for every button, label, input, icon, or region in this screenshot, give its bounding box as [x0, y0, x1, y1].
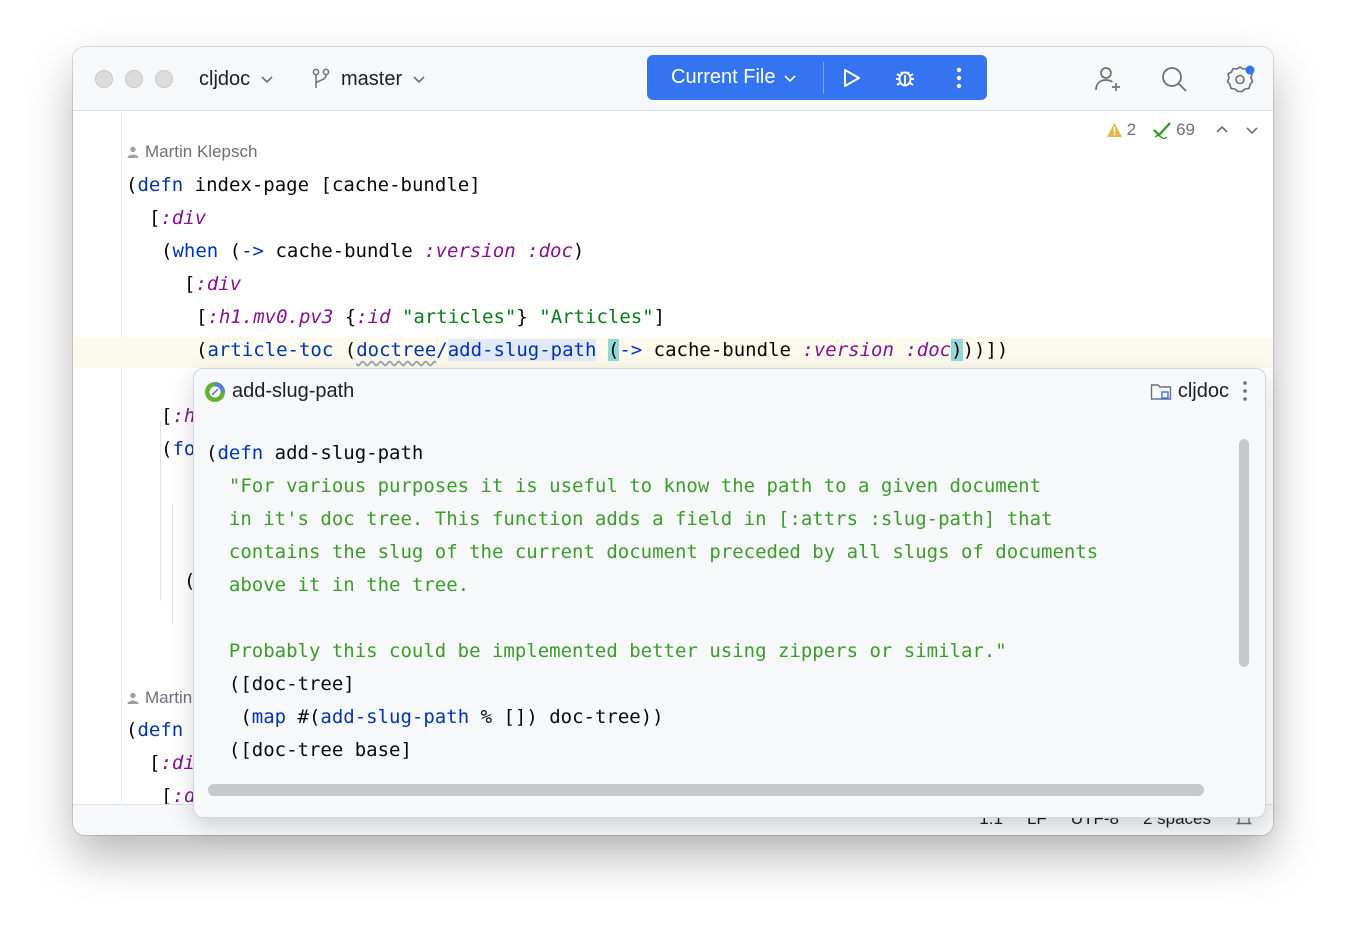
popup-doc-line-2: in it's doc tree. This function adds a f… — [206, 508, 1053, 530]
code-line-2: [:div — [149, 207, 207, 229]
more-vertical-icon — [956, 67, 962, 88]
popup-code-line-4: ([doc-tree base] — [206, 739, 412, 761]
popup-title: add-slug-path — [232, 380, 355, 402]
settings-button[interactable] — [1225, 64, 1255, 94]
run-more-button[interactable] — [932, 55, 986, 100]
gutter-divider — [121, 112, 122, 804]
run-configuration-selector[interactable]: Current File — [647, 55, 823, 100]
more-vertical-icon[interactable] — [1241, 379, 1249, 403]
add-user-icon — [1095, 67, 1120, 91]
chevron-down-icon — [413, 76, 425, 84]
window-close-button[interactable] — [95, 70, 113, 88]
branch-icon — [312, 68, 330, 88]
popup-doc-line-3: contains the slug of the current documen… — [206, 541, 1099, 563]
title-bar: cljdoc master Current File — [73, 47, 1273, 111]
check-icon — [1153, 122, 1171, 139]
vcs-branch-widget[interactable]: master — [311, 65, 426, 93]
weak-warnings-indicator[interactable]: 69 — [1152, 120, 1195, 140]
code-line-3: (when (-> cache-bundle :version :doc) — [161, 240, 585, 262]
inspections-widget[interactable]: 2 69 — [1106, 120, 1259, 140]
popup-vertical-scrollbar[interactable] — [1239, 439, 1249, 667]
quick-documentation-popup: add-slug-path cljdoc (defn add-slug-path… — [193, 368, 1266, 818]
run-configuration-label: Current File — [671, 66, 776, 88]
popup-doc-line-1: "For various purposes it is useful to kn… — [206, 475, 1042, 497]
window-maximize-button[interactable] — [155, 70, 173, 88]
settings-notification-dot — [1245, 65, 1255, 75]
popup-doc-line-4: above it in the tree. — [206, 574, 470, 596]
chevron-down-icon — [784, 74, 797, 82]
debug-icon — [896, 70, 914, 86]
project-widget[interactable]: cljdoc — [199, 65, 274, 93]
code-line-11: [:di — [149, 752, 195, 774]
run-icon — [844, 68, 860, 87]
person-icon — [127, 146, 139, 158]
warning-icon — [1106, 123, 1122, 137]
module-folder-icon — [1150, 383, 1172, 400]
popup-module-link[interactable]: cljdoc — [1150, 380, 1229, 403]
weak-warnings-count: 69 — [1176, 120, 1195, 139]
popup-code-line-2: ([doc-tree] — [206, 673, 355, 695]
branch-name: master — [341, 67, 403, 90]
gear-icon — [1226, 65, 1255, 93]
code-author-hint[interactable]: Martin Klepsch — [127, 142, 257, 162]
code-line-6: (article-toc (doctree/add-slug-path (-> … — [196, 339, 1009, 361]
code-line-10: (defn — [126, 719, 184, 741]
search-button[interactable] — [1159, 64, 1189, 94]
window-minimize-button[interactable] — [125, 70, 143, 88]
clojure-logo-icon — [205, 382, 225, 402]
code-line-5: [:h1.mv0.pv3 {:id "articles"} "Articles"… — [196, 306, 666, 328]
indent-guide — [172, 504, 173, 624]
code-line-7: [:h — [161, 405, 196, 427]
popup-module-name: cljdoc — [1177, 380, 1229, 402]
warnings-count: 2 — [1126, 120, 1137, 139]
code-line-8: (fo — [161, 438, 196, 460]
next-highlight-icon[interactable] — [1245, 123, 1259, 137]
run-button[interactable] — [824, 55, 878, 100]
popup-doc-line-5: Probably this could be implemented bette… — [206, 640, 1007, 662]
popup-horizontal-scrollbar[interactable] — [208, 784, 1204, 796]
warnings-indicator[interactable]: 2 — [1106, 120, 1136, 140]
popup-code-line-1: (defn add-slug-path — [206, 442, 424, 464]
debug-button[interactable] — [878, 55, 932, 100]
popup-code-line-3: (map #(add-slug-path % []) doc-tree)) — [206, 706, 664, 728]
add-user-button[interactable] — [1093, 64, 1123, 94]
code-line-4: [:div — [184, 273, 242, 295]
person-icon — [127, 692, 139, 704]
code-line-1: (defn index-page [cache-bundle] — [126, 174, 481, 196]
chevron-down-icon — [261, 76, 273, 84]
project-name: cljdoc — [199, 67, 251, 90]
previous-highlight-icon[interactable] — [1215, 123, 1229, 137]
run-widget: Current File — [647, 55, 987, 100]
search-icon — [1162, 67, 1187, 92]
